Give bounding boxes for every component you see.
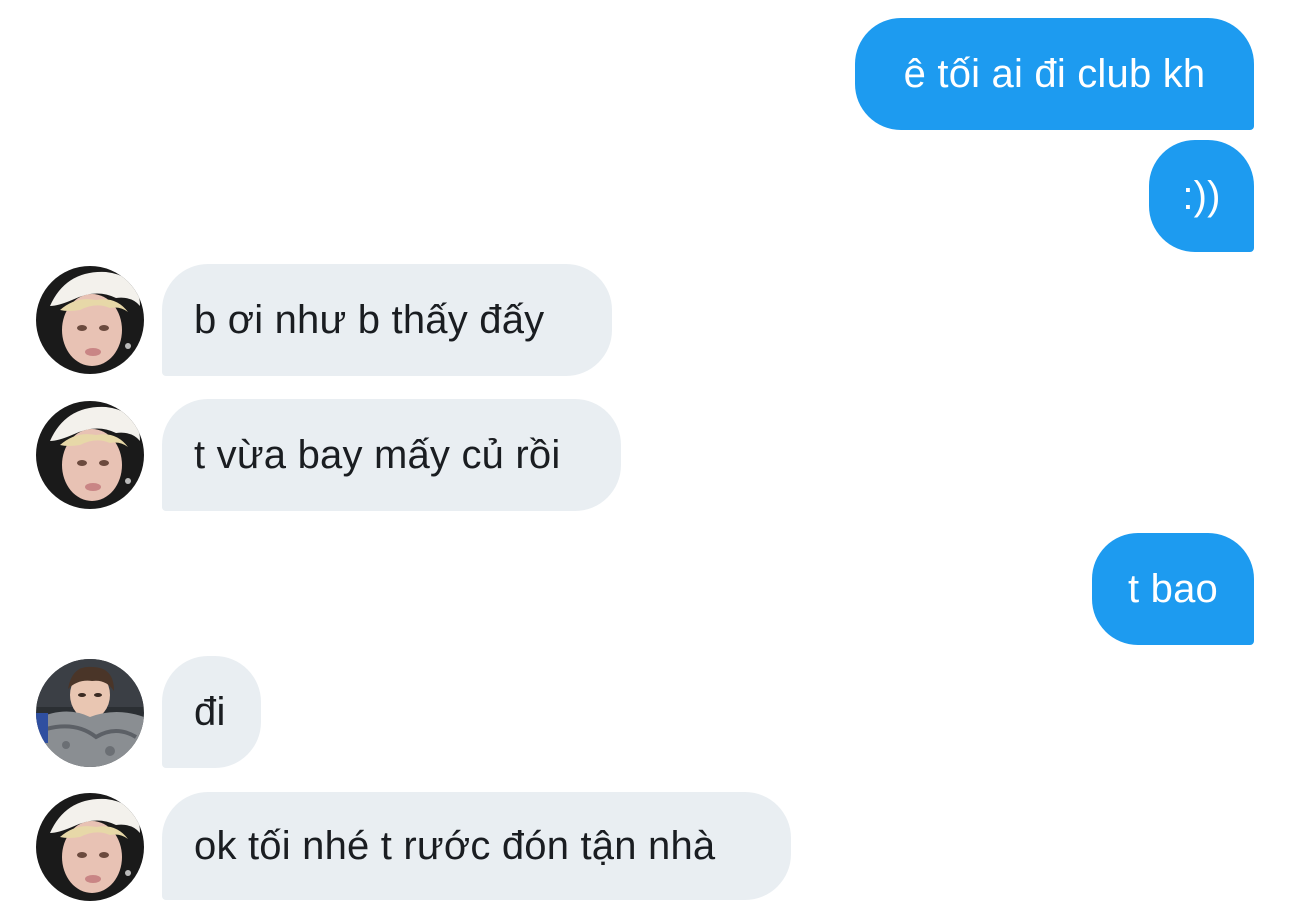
outgoing-message-bubble[interactable]: ê tối ai đi club kh [855, 18, 1254, 130]
blond-hair-avatar[interactable] [36, 266, 144, 374]
incoming-message-bubble[interactable]: ok tối nhé t rước đón tận nhà [162, 792, 791, 900]
incoming-message-bubble[interactable]: đi [162, 656, 261, 768]
blond-hair-avatar[interactable] [36, 793, 144, 901]
message-text: đi [194, 689, 226, 734]
blond-hair-avatar[interactable] [36, 401, 144, 509]
message-text: b ơi như b thấy đấy [194, 297, 545, 342]
message-text: t vừa bay mấy củ rồi [194, 432, 561, 477]
outgoing-message-bubble[interactable]: :)) [1149, 140, 1254, 252]
outgoing-message-bubble[interactable]: t bao [1092, 533, 1254, 645]
incoming-message-bubble[interactable]: t vừa bay mấy củ rồi [162, 399, 621, 511]
message-text: :)) [1182, 173, 1221, 218]
message-text: ok tối nhé t rước đón tận nhà [194, 823, 716, 868]
dark-hair-avatar[interactable] [36, 659, 144, 767]
message-text: ê tối ai đi club kh [903, 51, 1206, 96]
incoming-message-bubble[interactable]: b ơi như b thấy đấy [162, 264, 612, 376]
message-text: t bao [1128, 566, 1218, 611]
chat-thread: ê tối ai đi club kh :)) b ơi như b thấy … [0, 0, 1290, 901]
